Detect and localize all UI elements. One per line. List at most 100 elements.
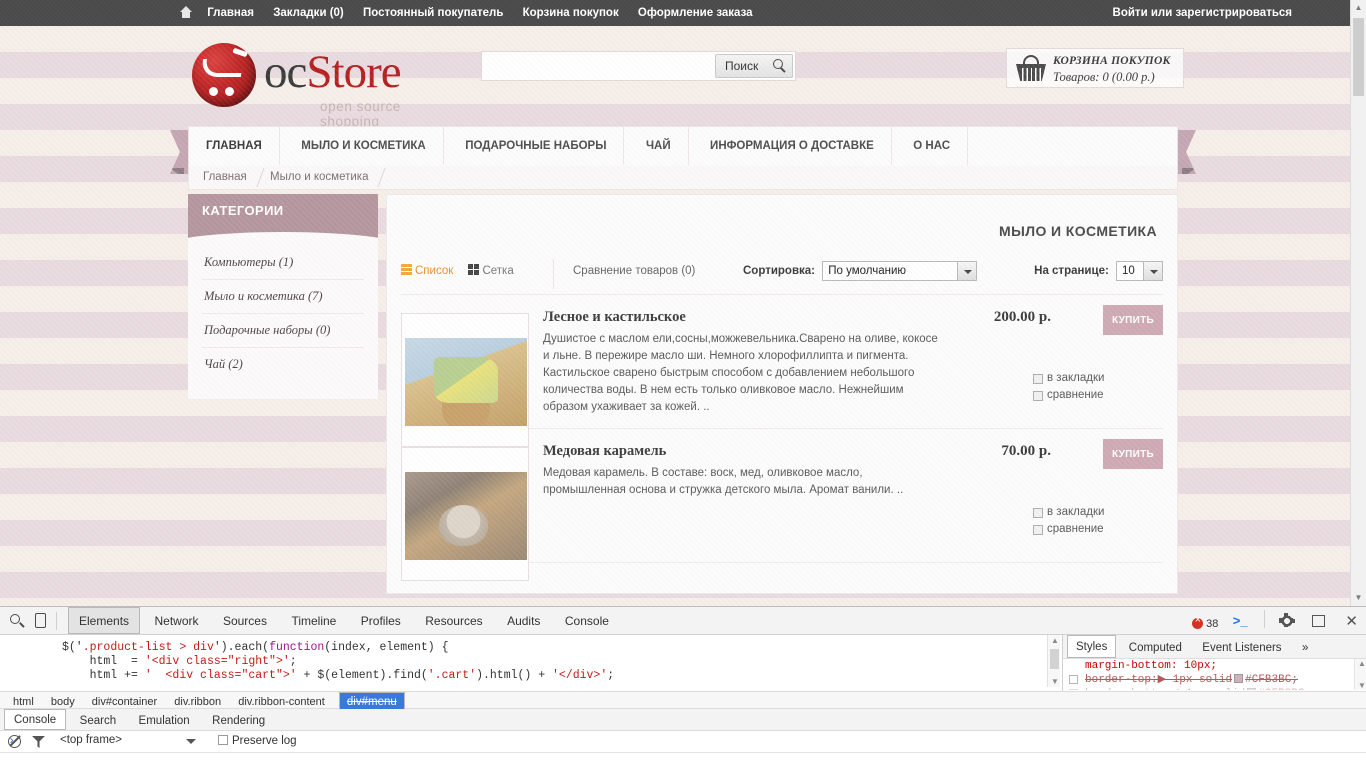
scroll-down-arrow-icon[interactable]: ▼ — [1358, 681, 1366, 690]
menu-item-delivery-info[interactable]: ИНФОРМАЦИЯ О ДОСТАВКЕ — [693, 127, 892, 165]
tab-event-listeners[interactable]: Event Listeners — [1194, 637, 1289, 660]
product-compare-link[interactable]: Сравнение товаров (0) — [573, 265, 695, 277]
site-logo[interactable]: ocStore open source shopping — [192, 41, 452, 129]
search-input[interactable] — [482, 52, 714, 80]
breadcrumb-item-category[interactable]: Мыло и косметика — [270, 171, 369, 183]
styles-scrollbar[interactable]: ▲ ▼ — [1354, 659, 1366, 690]
topbar-login-register-link[interactable]: Войти или зарегистрироваться — [1113, 0, 1300, 26]
add-to-cart-button[interactable]: КУПИТЬ — [1103, 439, 1163, 469]
css-rule-checkbox[interactable] — [1069, 689, 1078, 690]
device-toggle-icon[interactable] — [35, 613, 46, 628]
styles-pane: Styles Computed Event Listeners » margin… — [1062, 635, 1366, 691]
page-title: МЫЛО И КОСМЕТИКА — [999, 223, 1157, 239]
css-rule-checkbox[interactable] — [1069, 675, 1078, 684]
tab-profiles[interactable]: Profiles — [351, 608, 411, 635]
error-count-badge[interactable]: 38 — [1192, 615, 1218, 630]
sort-select[interactable]: По умолчанию — [822, 261, 978, 281]
view-mode-switch: Список Сетка — [401, 264, 526, 277]
sidebar-item-computers[interactable]: Компьютеры (1) — [202, 246, 364, 280]
color-swatch[interactable] — [1247, 688, 1257, 690]
code-line-3-c: + $(element).find( — [296, 669, 428, 681]
scrollbar-thumb[interactable] — [1050, 649, 1059, 669]
tab-more-chevron-icon[interactable]: » — [1294, 637, 1316, 660]
code-line-2-a: html = — [62, 655, 145, 668]
home-icon — [180, 6, 192, 18]
breadcrumb-item-home[interactable]: Главная — [203, 171, 247, 183]
topbar-link-account[interactable]: Постоянный покупатель — [355, 0, 511, 26]
code-line-2-c: ; — [289, 655, 297, 668]
scroll-up-arrow-icon[interactable]: ▲ — [1358, 659, 1366, 668]
code-line-3-g: ; — [607, 669, 615, 681]
tab-resources[interactable]: Resources — [415, 608, 492, 635]
add-to-compare-link[interactable]: сравнение — [1033, 387, 1163, 404]
scroll-down-arrow-icon[interactable]: ▼ — [1351, 590, 1366, 606]
menu-item-gift-sets[interactable]: ПОДАРОЧНЫЕ НАБОРЫ — [448, 127, 625, 165]
tab-timeline[interactable]: Timeline — [281, 608, 346, 635]
topbar-link-cart[interactable]: Корзина покупок — [515, 0, 627, 26]
tab-elements[interactable]: Elements — [68, 607, 141, 634]
dock-side-icon[interactable] — [1311, 614, 1325, 627]
scroll-up-arrow-icon[interactable]: ▲ — [1051, 636, 1059, 645]
tab-network[interactable]: Network — [144, 608, 208, 635]
tab-console[interactable]: Console — [555, 608, 619, 635]
topbar-link-checkout[interactable]: Оформление заказа — [630, 0, 761, 26]
menu-item-tea[interactable]: ЧАЙ — [629, 127, 689, 165]
css-rule-row[interactable]: border-bottom:▶1px solid #CFB3BC — [1069, 687, 1366, 690]
drawer-tab-emulation[interactable]: Emulation — [130, 711, 199, 732]
topbar-link-wishlist[interactable]: Закладки (0) — [265, 0, 352, 26]
scrollbar-thumb[interactable] — [1353, 18, 1364, 96]
magnifier-icon[interactable] — [9, 613, 25, 629]
drawer-tab-console[interactable]: Console — [4, 709, 67, 730]
preserve-log-checkbox[interactable] — [218, 735, 228, 745]
filter-icon[interactable] — [32, 736, 45, 748]
product-name[interactable]: Медовая карамель — [543, 443, 666, 460]
view-grid-button[interactable]: Сетка — [468, 264, 514, 277]
basket-icon — [1016, 55, 1046, 81]
view-list-button[interactable]: Список — [401, 264, 453, 277]
sidebar-item-gift-sets[interactable]: Подарочные наборы (0) — [202, 314, 364, 348]
menu-item-home[interactable]: ГЛАВНАЯ — [189, 127, 280, 165]
cart-summary[interactable]: КОРЗИНА ПОКУПОК Товаров: 0 (0.00 р.) — [1006, 48, 1184, 88]
code-scrollbar[interactable]: ▲ ▼ — [1047, 635, 1060, 687]
view-grid-label: Сетка — [482, 265, 514, 277]
console-prompt-icon[interactable]: >_ — [1233, 613, 1248, 628]
product-name[interactable]: Лесное и кастильское — [543, 309, 686, 326]
styles-rules-list[interactable]: margin-bottom: 10px; border-top:▶ 1px so… — [1063, 659, 1366, 690]
toolbar-separator — [56, 612, 57, 630]
scroll-down-arrow-icon[interactable]: ▼ — [1051, 677, 1059, 686]
code-line-1-b: .product-list > div — [82, 641, 214, 654]
product-thumbnail[interactable] — [401, 447, 529, 581]
add-to-compare-link[interactable]: сравнение — [1033, 521, 1163, 538]
product-thumbnail[interactable] — [401, 313, 529, 447]
dom-source-view[interactable]: $('.product-list > div').each(function(i… — [0, 635, 1062, 681]
close-icon[interactable]: ✕ — [1345, 612, 1358, 630]
tab-audits[interactable]: Audits — [497, 608, 550, 635]
search-button[interactable]: Поиск — [715, 54, 793, 78]
add-to-wishlist-link[interactable]: в закладки — [1033, 370, 1163, 387]
tab-sources[interactable]: Sources — [213, 608, 277, 635]
sidebar-item-soap-cosmetics[interactable]: Мыло и косметика (7) — [202, 280, 364, 314]
color-swatch[interactable] — [1234, 674, 1244, 683]
css-rule-row[interactable]: margin-bottom: 10px; — [1069, 659, 1366, 673]
add-to-cart-button[interactable]: КУПИТЬ — [1103, 305, 1163, 335]
console-prompt[interactable]: › — [8, 734, 15, 748]
scroll-up-arrow-icon[interactable]: ▲ — [1351, 0, 1366, 16]
page-scrollbar[interactable]: ▲ ▼ — [1350, 0, 1366, 606]
menu-item-about-us[interactable]: О НАС — [896, 127, 969, 165]
frame-selector[interactable]: <top frame> — [60, 734, 122, 746]
add-to-wishlist-link[interactable]: в закладки — [1033, 504, 1163, 521]
gear-icon[interactable] — [1279, 613, 1294, 628]
css-rule-row[interactable]: border-top:▶ 1px solid #CFB3BC; — [1069, 673, 1366, 687]
tab-computed[interactable]: Computed — [1121, 637, 1190, 660]
drawer-tab-search[interactable]: Search — [71, 711, 125, 732]
limit-select[interactable]: 10 — [1116, 261, 1163, 281]
sidebar-item-tea[interactable]: Чай (2) — [202, 348, 364, 381]
ribbon-tail-left — [170, 130, 188, 174]
sidebar-curve — [188, 230, 378, 242]
drawer-tab-rendering[interactable]: Rendering — [203, 711, 274, 732]
preserve-log-toggle[interactable]: Preserve log — [218, 735, 297, 747]
chevron-down-icon[interactable] — [186, 739, 196, 744]
menu-item-soap-cosmetics[interactable]: МЫЛО И КОСМЕТИКА — [284, 127, 444, 165]
tab-styles[interactable]: Styles — [1067, 635, 1117, 658]
topbar-link-home[interactable]: Главная — [199, 0, 262, 26]
